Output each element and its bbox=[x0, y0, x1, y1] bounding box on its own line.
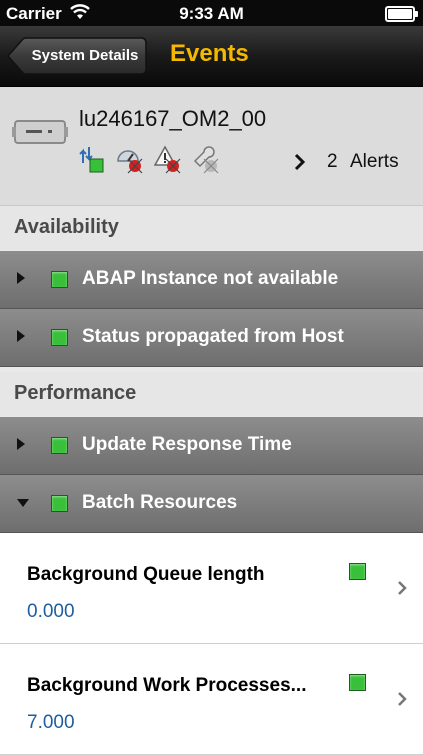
metric-title: Background Queue length bbox=[27, 564, 265, 585]
event-row-label: ABAP Instance not available bbox=[82, 268, 339, 289]
system-name: lu246167_OM2_00 bbox=[79, 106, 267, 131]
server-icon bbox=[12, 117, 68, 152]
performance-red-icon bbox=[116, 145, 144, 180]
metric-value: 0.000 bbox=[27, 601, 75, 622]
alert-count: 2 bbox=[327, 151, 338, 172]
status-bar: Carrier 9:33 AM bbox=[0, 0, 423, 26]
chevron-right-icon bbox=[294, 153, 306, 177]
event-row-label: Status propagated from Host bbox=[82, 326, 344, 347]
status-green-icon bbox=[349, 674, 366, 691]
metric-value: 7.000 bbox=[27, 712, 75, 733]
event-row[interactable]: Batch Resources bbox=[0, 475, 423, 533]
back-button-label: System Details bbox=[31, 47, 139, 64]
alerts-label: Alerts bbox=[350, 151, 399, 172]
page-title: Events bbox=[170, 40, 249, 67]
configuration-grey-icon bbox=[192, 145, 220, 180]
status-green-icon bbox=[51, 271, 68, 288]
system-status-green-icon bbox=[78, 145, 106, 180]
section-header-performance: Performance bbox=[0, 372, 423, 416]
status-green-icon bbox=[51, 329, 68, 346]
section-title: Performance bbox=[14, 382, 137, 404]
metric-title: Background Work Processes... bbox=[27, 675, 307, 696]
disclosure-collapsed-icon bbox=[16, 329, 26, 348]
status-green-icon bbox=[51, 437, 68, 454]
event-row[interactable]: Update Response Time bbox=[0, 417, 423, 475]
metric-row[interactable]: Background Work Processes... 7.000 bbox=[0, 644, 423, 755]
status-green-icon bbox=[349, 563, 366, 580]
clock: 9:33 AM bbox=[179, 4, 244, 23]
disclosure-collapsed-icon bbox=[16, 271, 26, 290]
chevron-right-icon bbox=[397, 691, 407, 712]
event-row[interactable]: Status propagated from Host bbox=[0, 309, 423, 367]
disclosure-expanded-icon bbox=[16, 495, 30, 513]
metric-row[interactable]: Background Queue length 0.000 bbox=[0, 533, 423, 644]
disclosure-collapsed-icon bbox=[16, 437, 26, 456]
back-button[interactable]: System Details bbox=[7, 37, 147, 75]
event-row-label: Update Response Time bbox=[82, 434, 292, 455]
event-row-label: Batch Resources bbox=[82, 492, 238, 513]
section-title: Availability bbox=[14, 216, 119, 238]
navigation-bar: System Details Events bbox=[0, 26, 423, 87]
system-header: lu246167_OM2_00 2 Alerts bbox=[0, 87, 423, 206]
chevron-right-icon bbox=[397, 580, 407, 601]
event-row[interactable]: ABAP Instance not available bbox=[0, 251, 423, 309]
section-header-availability: Availability bbox=[0, 206, 423, 250]
status-green-icon bbox=[51, 495, 68, 512]
exception-red-icon bbox=[153, 145, 182, 180]
battery-icon bbox=[385, 6, 418, 22]
